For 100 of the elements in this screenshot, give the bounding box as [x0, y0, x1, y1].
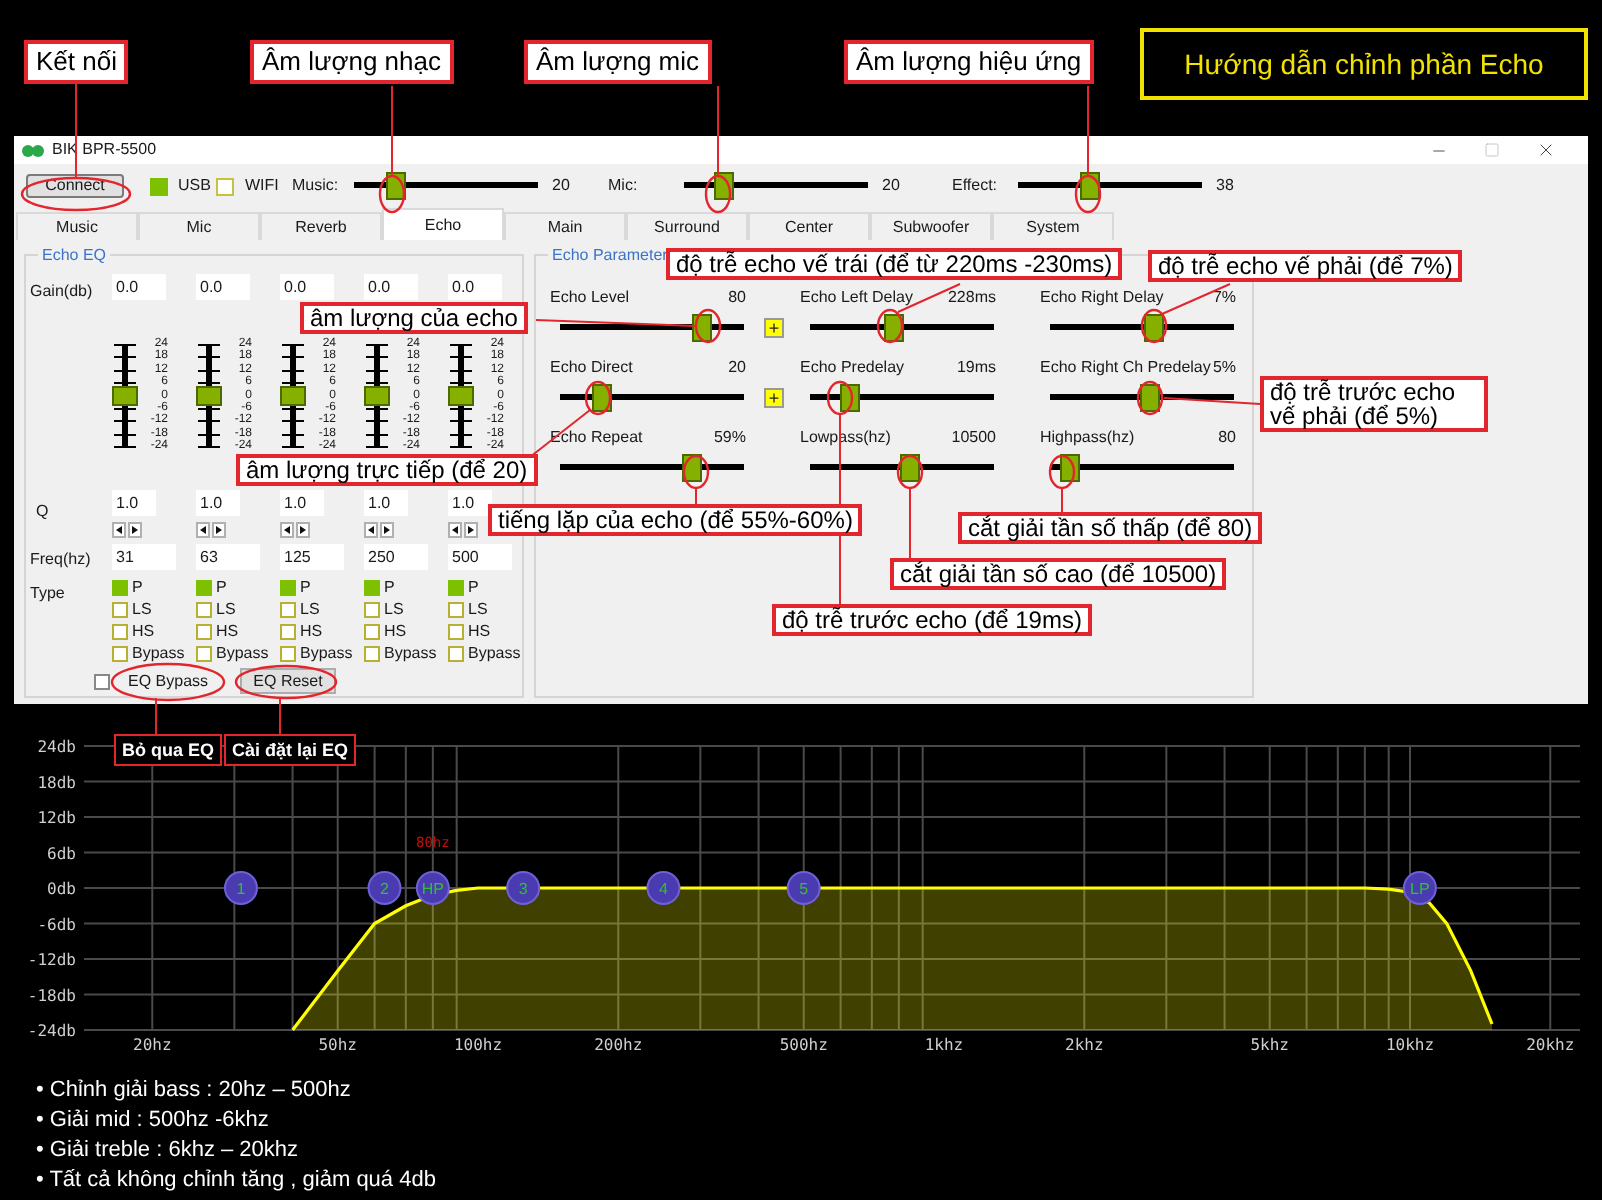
left-arrow-button[interactable]	[280, 522, 294, 538]
radio-option[interactable]	[448, 601, 464, 617]
radio-option[interactable]	[196, 645, 212, 661]
frequency-field[interactable]: 63	[196, 544, 260, 570]
leader-line	[1163, 397, 1261, 405]
tab[interactable]: Mic	[138, 212, 260, 240]
left-arrow-button[interactable]	[196, 522, 210, 538]
q-field[interactable]: 1.0	[196, 490, 240, 516]
radio-option[interactable]	[364, 579, 380, 595]
tab[interactable]: Main	[504, 212, 626, 240]
tab[interactable]: Center	[748, 212, 870, 240]
frequency-field[interactable]: 250	[364, 544, 428, 570]
radio-option[interactable]	[196, 579, 212, 595]
right-arrow-button[interactable]	[212, 522, 226, 538]
gain-field[interactable]: 0.0	[364, 274, 418, 300]
slider-thumb[interactable]	[448, 385, 474, 405]
callout-label: Âm lượng mic	[524, 40, 712, 84]
leader-line	[75, 81, 77, 179]
slider-label: Mic:	[608, 174, 640, 198]
right-arrow-button[interactable]	[296, 522, 310, 538]
tab[interactable]: Echo	[382, 208, 504, 240]
slider-track[interactable]	[354, 172, 538, 200]
left-arrow-button[interactable]	[112, 522, 126, 538]
frequency-field[interactable]: 31	[112, 544, 176, 570]
close-icon[interactable]	[1536, 140, 1556, 160]
slider-track[interactable]	[810, 384, 994, 412]
radio-option[interactable]	[364, 645, 380, 661]
slider-thumb[interactable]	[364, 385, 390, 405]
right-arrow-button[interactable]	[464, 522, 478, 538]
radio-option[interactable]	[112, 601, 128, 617]
gain-slider[interactable]	[280, 344, 308, 446]
right-arrow-button[interactable]	[128, 522, 142, 538]
radio-option[interactable]	[280, 579, 296, 595]
checkbox[interactable]	[150, 177, 168, 195]
gain-field[interactable]: 0.0	[196, 274, 250, 300]
plus-button[interactable]: +	[764, 318, 784, 338]
slider-track[interactable]	[560, 454, 744, 482]
radio-option[interactable]	[196, 623, 212, 639]
slider-thumb[interactable]	[112, 385, 138, 405]
slider-track[interactable]	[1018, 172, 1202, 200]
gain-field[interactable]: 0.0	[280, 274, 334, 300]
gain-field[interactable]: 0.0	[112, 274, 166, 300]
slider-track[interactable]	[810, 314, 994, 342]
frequency-field[interactable]: 500	[448, 544, 512, 570]
radio-label: Bypass	[468, 641, 521, 665]
q-field[interactable]: 1.0	[364, 490, 408, 516]
radio-label: LS	[468, 597, 488, 621]
radio-option[interactable]	[448, 645, 464, 661]
band-marker[interactable]: 4	[646, 871, 681, 905]
slider-track[interactable]	[1050, 384, 1234, 412]
slider-value: 20	[880, 174, 900, 198]
radio-option[interactable]	[448, 623, 464, 639]
tab[interactable]: System	[992, 212, 1114, 240]
tab[interactable]: Reverb	[260, 212, 382, 240]
radio-option[interactable]	[448, 579, 464, 595]
right-arrow-button[interactable]	[380, 522, 394, 538]
left-arrow-button[interactable]	[448, 522, 462, 538]
radio-option[interactable]	[196, 601, 212, 617]
q-field[interactable]: 1.0	[448, 490, 492, 516]
slider-track[interactable]	[810, 454, 994, 482]
radio-label: HS	[300, 619, 323, 643]
plus-button[interactable]: +	[764, 388, 784, 408]
slider-track[interactable]	[560, 314, 744, 342]
gain-slider[interactable]	[112, 344, 140, 446]
checkbox[interactable]	[94, 673, 110, 689]
parameter-value: 5%	[1212, 356, 1236, 376]
tab[interactable]: Music	[16, 212, 138, 240]
radio-option[interactable]	[112, 579, 128, 595]
tab[interactable]: Subwoofer	[870, 212, 992, 240]
connect-button[interactable]: Connect	[26, 174, 124, 198]
axis-tick-label: 0db	[47, 880, 76, 898]
radio-option[interactable]	[280, 645, 296, 661]
band-marker[interactable]: 1	[223, 871, 258, 905]
gain-slider[interactable]	[196, 344, 224, 446]
radio-option[interactable]	[280, 623, 296, 639]
highlight-ring	[1048, 454, 1076, 490]
parameter-value: 10500	[951, 426, 996, 446]
slider-track[interactable]	[684, 172, 868, 200]
q-field[interactable]: 1.0	[280, 490, 324, 516]
eq-reset-button[interactable]: EQ Reset	[240, 668, 337, 694]
radio-option[interactable]	[364, 623, 380, 639]
radio-label: P	[216, 575, 227, 599]
left-arrow-button[interactable]	[364, 522, 378, 538]
slider-track[interactable]	[1050, 314, 1234, 342]
slider-thumb[interactable]	[280, 385, 306, 405]
slider-track[interactable]	[560, 384, 744, 412]
radio-option[interactable]	[112, 623, 128, 639]
q-field[interactable]: 1.0	[112, 490, 156, 516]
radio-option[interactable]	[280, 601, 296, 617]
tab[interactable]: Surround	[626, 212, 748, 240]
radio-option[interactable]	[112, 645, 128, 661]
gain-field[interactable]: 0.0	[448, 274, 502, 300]
gain-slider[interactable]	[364, 344, 392, 446]
radio-option[interactable]	[364, 601, 380, 617]
slider-track[interactable]	[1050, 454, 1234, 482]
gain-slider[interactable]	[448, 344, 476, 446]
slider-thumb[interactable]	[196, 385, 222, 405]
checkbox[interactable]	[216, 177, 235, 195]
frequency-field[interactable]: 125	[280, 544, 344, 570]
axis-tick-label: 18db	[37, 773, 76, 792]
